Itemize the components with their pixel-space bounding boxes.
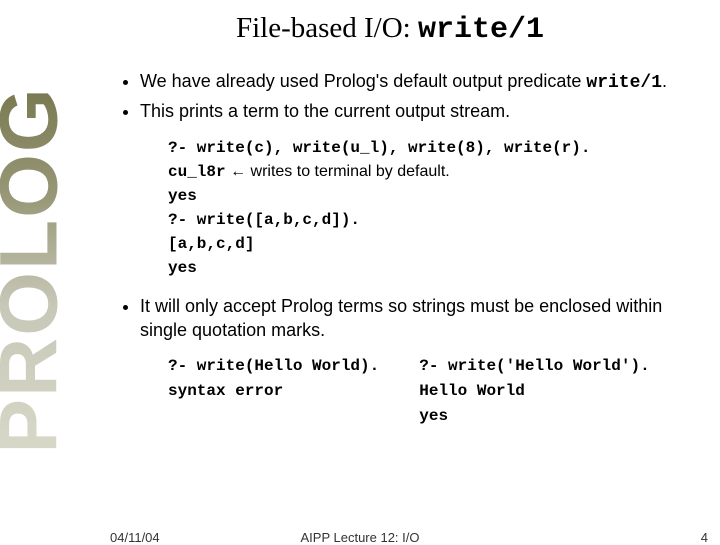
code1-line1: ?- write(c), write(u_l), write(8), write… <box>168 139 590 157</box>
bullet-1-text-c: . <box>662 71 667 91</box>
code2-right-column: ?- write('Hello World'). Hello World yes <box>419 354 649 428</box>
bullet-2-text: This prints a term to the current output… <box>140 101 510 121</box>
bullet-list-1: We have already used Prolog's default ou… <box>80 69 700 124</box>
code-example-1: ?- write(c), write(u_l), write(8), write… <box>168 136 700 280</box>
title-text: File-based I/O: <box>236 12 418 44</box>
code2-left-column: ?- write(Hello World). syntax error <box>168 354 379 428</box>
bullet-3: It will only accept Prolog terms so stri… <box>140 294 700 343</box>
title-code: write/1 <box>418 13 544 47</box>
code1-line2-note: writes to terminal by default. <box>251 163 450 180</box>
code2-right-l3: yes <box>419 407 448 425</box>
bullet-1: We have already used Prolog's default ou… <box>140 69 700 95</box>
code1-line3: yes <box>168 187 197 205</box>
sidebar-decoration: PROLOG <box>0 0 60 540</box>
slide-title: File-based I/O: write/1 <box>80 12 700 47</box>
code1-line5: [a,b,c,d] <box>168 235 254 253</box>
footer-page-number: 4 <box>701 530 708 545</box>
bullet-2: This prints a term to the current output… <box>140 99 700 123</box>
code2-right-l1: ?- write('Hello World'). <box>419 357 649 375</box>
code-example-2: ?- write(Hello World). syntax error ?- w… <box>168 354 700 428</box>
code1-line4: ?- write([a,b,c,d]). <box>168 211 360 229</box>
code1-line2-code: cu_l8r <box>168 163 226 181</box>
code2-right-l2: Hello World <box>419 382 525 400</box>
code1-line6: yes <box>168 259 197 277</box>
code2-left-l2: syntax error <box>168 382 283 400</box>
bullet-list-2: It will only accept Prolog terms so stri… <box>80 294 700 343</box>
bullet-1-text-a: We have already used Prolog's default ou… <box>140 71 586 91</box>
slide-content: File-based I/O: write/1 We have already … <box>60 0 720 540</box>
left-arrow-icon: ← <box>230 163 250 180</box>
bullet-1-code: write/1 <box>586 73 662 93</box>
code2-left-l1: ?- write(Hello World). <box>168 357 379 375</box>
footer-lecture-title: AIPP Lecture 12: I/O <box>0 530 720 545</box>
bullet-3-text: It will only accept Prolog terms so stri… <box>140 296 662 340</box>
